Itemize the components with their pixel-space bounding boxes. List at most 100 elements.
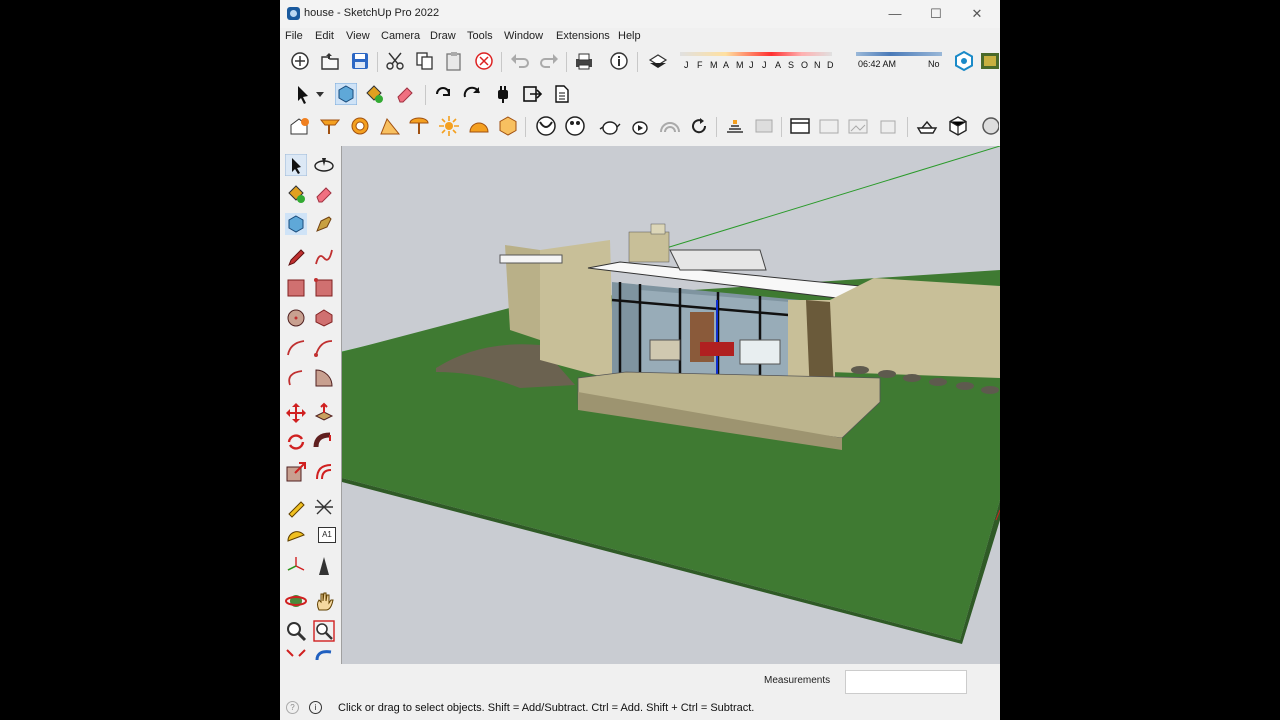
save-icon[interactable] [349, 50, 371, 72]
menu-help[interactable]: Help [618, 30, 641, 42]
offset-icon[interactable] [313, 461, 335, 483]
menu-tools[interactable]: Tools [467, 30, 493, 42]
shadow-toggle-icon[interactable] [647, 50, 669, 72]
dropdown-arrow-icon[interactable] [314, 83, 326, 105]
rotate-tool-icon[interactable] [285, 431, 307, 453]
measurements-input[interactable] [845, 670, 967, 694]
3d-text-icon[interactable] [313, 555, 335, 577]
rotate-icon[interactable] [432, 83, 454, 105]
previous-view-icon[interactable] [313, 648, 335, 662]
paint-bucket-icon[interactable] [285, 183, 307, 205]
polygon-icon[interactable] [313, 307, 335, 329]
house-gear-icon[interactable] [289, 115, 311, 137]
zoom-icon[interactable] [285, 620, 307, 642]
locker-icon[interactable] [877, 115, 899, 137]
window-icon[interactable] [789, 115, 811, 137]
arc-icon[interactable] [535, 115, 557, 137]
copy-icon[interactable] [414, 50, 436, 72]
geo-location-icon[interactable]: ? [286, 701, 299, 714]
export-icon[interactable] [521, 83, 543, 105]
modeling-viewport[interactable] [342, 146, 1000, 664]
freehand-icon[interactable] [313, 247, 335, 269]
cut-icon[interactable] [384, 50, 406, 72]
cabinet-icon[interactable] [818, 115, 840, 137]
pan-icon[interactable] [313, 590, 335, 612]
tape-measure-icon[interactable] [285, 496, 307, 518]
dimension-icon[interactable] [313, 496, 335, 518]
sun-icon[interactable] [438, 115, 460, 137]
rotated-rectangle-icon[interactable] [313, 277, 335, 299]
select-icon[interactable] [292, 83, 314, 105]
zoom-extents-icon[interactable] [285, 648, 307, 662]
menu-extensions[interactable]: Extensions [556, 30, 610, 42]
menu-camera[interactable]: Camera [381, 30, 420, 42]
circle-icon[interactable] [285, 307, 307, 329]
month-label: J [749, 60, 754, 70]
pie-icon[interactable] [313, 367, 335, 389]
new-icon[interactable] [289, 50, 311, 72]
refresh-icon[interactable] [688, 115, 710, 137]
shadow-time-slider[interactable] [856, 52, 942, 56]
follow-me-icon[interactable] [313, 431, 335, 453]
model-info-icon[interactable] [608, 50, 630, 72]
make-component-icon[interactable] [285, 213, 307, 235]
close-button[interactable]: ✕ [964, 5, 990, 23]
menu-draw[interactable]: Draw [430, 30, 456, 42]
zoom-window-icon[interactable] [313, 620, 335, 642]
undo-icon[interactable] [509, 50, 531, 72]
teapot-play-icon[interactable] [629, 115, 651, 137]
two-point-arc-icon[interactable] [313, 337, 335, 359]
extension-warehouse-icon[interactable] [953, 50, 975, 72]
tag-icon[interactable] [313, 213, 335, 235]
document-icon[interactable] [551, 83, 573, 105]
orbit-icon[interactable] [313, 154, 335, 176]
cube-icon[interactable] [947, 115, 969, 137]
table-icon[interactable] [319, 115, 341, 137]
push-pull-icon[interactable] [313, 402, 335, 424]
rotate-arrow-icon[interactable] [461, 83, 483, 105]
plugin-icon[interactable] [492, 83, 514, 105]
axes-icon[interactable] [285, 555, 307, 577]
ship-icon[interactable] [916, 115, 938, 137]
text-icon[interactable]: A1 [318, 527, 336, 543]
hex-box-icon[interactable] [497, 115, 519, 137]
orbit-tool-icon[interactable] [285, 590, 307, 612]
menu-edit[interactable]: Edit [315, 30, 334, 42]
umbrella-icon[interactable] [408, 115, 430, 137]
teapot-icon[interactable] [599, 115, 621, 137]
menu-file[interactable]: File [285, 30, 303, 42]
shadow-date-slider[interactable]: J F M A M J J A S O N D [678, 48, 836, 74]
three-point-arc-icon[interactable] [285, 367, 307, 389]
open-icon[interactable] [319, 50, 341, 72]
scale-icon[interactable] [285, 461, 307, 483]
eraser-icon[interactable] [394, 83, 416, 105]
menu-window[interactable]: Window [504, 30, 543, 42]
pencil-icon[interactable] [285, 247, 307, 269]
move-icon[interactable] [285, 402, 307, 424]
dome-icon[interactable] [468, 115, 490, 137]
info-icon[interactable]: i [309, 701, 322, 714]
3d-warehouse-icon[interactable] [979, 50, 1000, 72]
paint-bucket-icon[interactable] [363, 83, 385, 105]
redo-icon[interactable] [538, 50, 560, 72]
panel-icon[interactable] [753, 115, 775, 137]
palette-icon[interactable] [564, 115, 586, 137]
rainbow-icon[interactable] [659, 115, 681, 137]
frame-icon[interactable] [847, 115, 869, 137]
partial-icon[interactable] [977, 115, 999, 137]
protractor-icon[interactable] [285, 525, 307, 547]
component-icon[interactable] [335, 83, 357, 105]
paste-icon[interactable] [443, 50, 465, 72]
erase-icon[interactable] [473, 50, 495, 72]
print-icon[interactable] [573, 50, 595, 72]
menu-view[interactable]: View [346, 30, 370, 42]
minimize-button[interactable]: — [882, 5, 908, 23]
select-arrow-icon[interactable] [285, 154, 307, 176]
circle-target-icon[interactable] [349, 115, 371, 137]
arc-icon[interactable] [285, 337, 307, 359]
door-icon[interactable] [724, 115, 746, 137]
maximize-button[interactable]: ☐ [923, 5, 949, 23]
stair-icon[interactable] [379, 115, 401, 137]
eraser-icon[interactable] [313, 183, 335, 205]
rectangle-icon[interactable] [285, 277, 307, 299]
